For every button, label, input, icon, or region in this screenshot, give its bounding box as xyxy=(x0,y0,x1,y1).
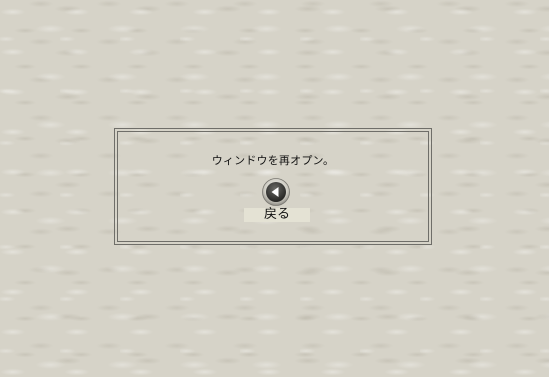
reopen-window-dialog: ウィンドウを再オプン。 戻る xyxy=(114,128,432,245)
dialog-inner-frame: ウィンドウを再オプン。 戻る xyxy=(117,131,429,242)
back-button-label: 戻る xyxy=(244,208,310,222)
arrow-left-circle-icon xyxy=(262,178,290,206)
back-button[interactable]: 戻る xyxy=(244,178,310,226)
dialog-message: ウィンドウを再オプン。 xyxy=(211,154,335,167)
